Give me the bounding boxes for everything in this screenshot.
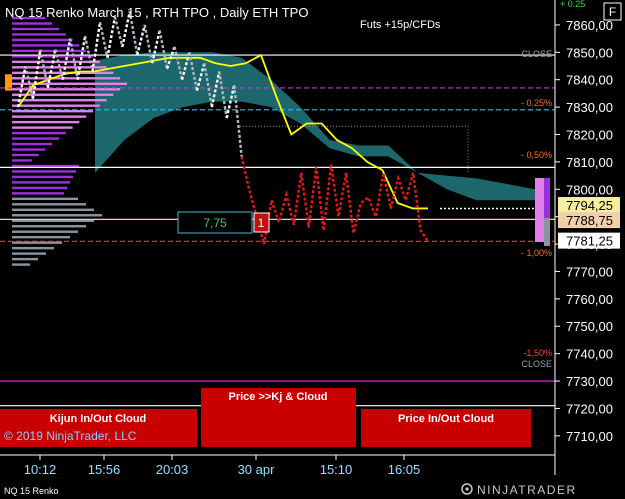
tpo-row	[12, 131, 66, 135]
tpo-row	[12, 192, 64, 195]
counter-box: 7,75 1	[177, 211, 270, 234]
tpo-row	[12, 104, 100, 107]
right-edge-profile	[535, 178, 550, 246]
tpo-row	[12, 153, 39, 157]
tpo-row	[12, 235, 70, 239]
edge-bar-grey	[544, 218, 550, 246]
tpo-row	[12, 22, 53, 25]
brand-logo: NINJATRADER	[477, 483, 577, 497]
x-tick-label: 30 apr	[238, 462, 276, 477]
y-tick-label: 7760,00	[566, 292, 613, 307]
tpo-row	[12, 225, 86, 228]
close-bottom-label: CLOSE	[521, 359, 552, 369]
tpo-row	[12, 230, 78, 233]
tpo-row	[12, 33, 66, 36]
price-tag-value: 7794,25	[566, 198, 613, 213]
y-tick-label: 7750,00	[566, 319, 613, 334]
instrument-label: NQ 15 Renko	[4, 486, 59, 496]
tpo-row	[12, 257, 38, 261]
tpo-row	[12, 60, 100, 64]
tpo-row	[12, 38, 73, 42]
y-tick-label: 7810,00	[566, 155, 613, 170]
tpo-row	[12, 49, 87, 53]
y-tick-label: 7720,00	[566, 401, 613, 416]
y-tick-label: 7820,00	[566, 127, 613, 142]
x-tick-label: 20:03	[156, 462, 189, 477]
x-tick-label: 16:05	[388, 462, 421, 477]
cloud-left-label: Kijun In/Out Cloud	[50, 413, 147, 425]
pct-025-label: - 0.25%	[521, 98, 552, 108]
tpo-row	[12, 27, 59, 31]
tpo-row	[12, 137, 59, 140]
copyright: © 2019 NinjaTrader, LLC	[4, 429, 137, 443]
tpo-row	[12, 186, 67, 190]
price-tags: 7794,257788,75 7781,25	[558, 197, 620, 249]
cloud-mid-label: Price >>Kj & Cloud	[228, 391, 327, 403]
y-tick-label: 7740,00	[566, 347, 613, 362]
counter-value: 7,75	[203, 216, 227, 230]
y-tick-label: 7840,00	[566, 73, 613, 88]
close-top-label: CLOSE	[521, 49, 552, 59]
cloud-right-label: Price In/Out Cloud	[398, 413, 494, 425]
tpo-row	[12, 148, 46, 151]
x-tick-label: 15:56	[88, 462, 121, 477]
tpo-row	[12, 170, 76, 173]
x-tick-label: 10:12	[24, 462, 57, 477]
header-note: Futs +15p/CFDs	[360, 19, 441, 31]
price-tag-value: 7781,25	[566, 234, 613, 249]
price-tag-value: 7788,75	[566, 213, 613, 228]
pct-150-label: -1,50%	[523, 348, 552, 358]
chart-title: NQ 15 Renko March 15 , RTH TPO , Daily E…	[5, 5, 308, 20]
chart: Kijun In/Out Cloud Price >>Kj & Cloud Pr…	[0, 0, 625, 499]
tpo-row	[12, 126, 73, 129]
tpo-row	[12, 208, 94, 211]
y-tick-label: 7730,00	[566, 374, 613, 389]
tpo-row	[12, 203, 86, 206]
tpo-row	[12, 142, 53, 146]
tpo-row	[12, 120, 80, 124]
top-marker: + 0.25	[560, 0, 585, 9]
y-tick-label: 7800,00	[566, 182, 613, 197]
f-button-label[interactable]: F	[609, 5, 616, 19]
tpo-row	[12, 252, 46, 255]
y-tick-label: 7850,00	[566, 45, 613, 60]
tpo-row	[12, 263, 30, 266]
tpo-row	[12, 175, 73, 179]
y-tick-label: 7830,00	[566, 100, 613, 115]
tpo-row	[12, 214, 102, 217]
edge-bar-purple	[544, 178, 550, 218]
x-tick-label: 15:10	[320, 462, 353, 477]
counter-badge-text: 1	[258, 216, 265, 230]
y-tick-label: 7770,00	[566, 264, 613, 279]
tpo-row	[12, 115, 87, 118]
tpo-row	[12, 246, 54, 250]
pct-100-label: - 1,00%	[521, 248, 552, 258]
tpo-row	[12, 99, 107, 102]
pct-050-label: - 0,50%	[521, 150, 552, 160]
edge-bar-pink	[535, 178, 544, 242]
tpo-row	[12, 181, 70, 184]
tpo-row	[12, 159, 32, 162]
y-tick-label: 7710,00	[566, 429, 613, 444]
tpo-row	[12, 197, 78, 201]
